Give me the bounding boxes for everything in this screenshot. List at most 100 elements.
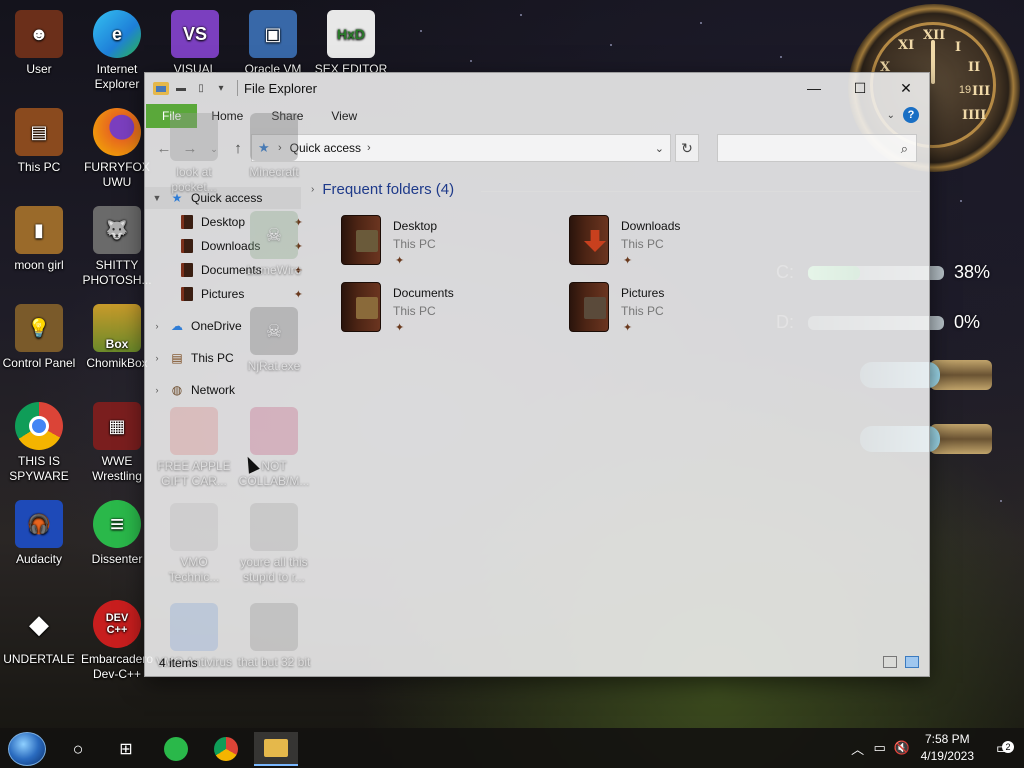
- desktop-icon-not-collab[interactable]: NOT COLLAB/M...: [235, 407, 313, 489]
- address-dropdown-icon[interactable]: ⌄: [655, 142, 664, 155]
- clock-time: 7:58 PM: [924, 732, 970, 746]
- details-view-icon[interactable]: [883, 656, 897, 668]
- maximize-button[interactable]: ☐: [837, 73, 883, 103]
- folder-icon: [569, 282, 609, 332]
- breadcrumb-chevron-icon[interactable]: ›: [367, 142, 371, 154]
- start-button[interactable]: [8, 732, 46, 766]
- folder-icon: [341, 282, 381, 332]
- folder-tile-pictures[interactable]: Pictures This PC ✦: [569, 282, 789, 338]
- folder-tile-downloads[interactable]: Downloads This PC ✦: [569, 215, 789, 271]
- desktop-icon-label: User: [26, 62, 52, 76]
- desktop-icon-chrome[interactable]: THIS IS SPYWARE: [0, 402, 78, 484]
- nav-item-network[interactable]: › ◍ Network: [145, 379, 301, 401]
- edge-icon: e: [93, 10, 141, 58]
- status-item-count: 4 items: [159, 656, 198, 670]
- notification-center-icon[interactable]: ▭2: [990, 739, 1016, 757]
- task-view-icon[interactable]: ⊞: [106, 732, 146, 766]
- refresh-button[interactable]: ↻: [675, 134, 699, 162]
- pin-icon: ✦: [395, 255, 405, 267]
- photo-icon: [250, 603, 298, 651]
- desktop-icon-njrat[interactable]: ☠ NjRat.exe: [235, 307, 313, 374]
- help-icon[interactable]: ?: [903, 107, 919, 123]
- file-icon: [250, 407, 298, 455]
- drive-c-percent: 38%: [954, 262, 991, 282]
- frequent-folders-header[interactable]: › Frequent folders (4): [311, 181, 454, 198]
- folder-tile-desktop[interactable]: Desktop This PC ✦: [341, 215, 561, 271]
- desktop-icon-hex-editor[interactable]: HxD SEX EDITOR: [312, 10, 390, 77]
- folder-location: This PC: [393, 304, 436, 318]
- user-icon: ☻: [15, 10, 63, 58]
- nav-label: Network: [191, 383, 236, 397]
- expand-arrow-icon[interactable]: ›: [151, 353, 163, 363]
- virtualbox-icon: ▣: [249, 10, 297, 58]
- folder-location: This PC: [393, 237, 436, 251]
- box-icon: ▮: [15, 206, 63, 254]
- cortana-icon[interactable]: ○: [58, 732, 98, 766]
- lightbulb-icon: 💡: [15, 304, 63, 352]
- folder-icon: [179, 287, 195, 301]
- desktop-icon-oracle-vm[interactable]: ▣ Oracle VM: [234, 10, 312, 77]
- unity-icon: ◆: [29, 608, 49, 639]
- taskbar-chrome-icon[interactable]: [206, 732, 246, 766]
- separator: [237, 80, 238, 96]
- collapse-arrow-icon[interactable]: ›: [311, 184, 314, 195]
- gimp-icon: 🐺: [93, 206, 141, 254]
- desktop-icon-label: VMO Technic...: [168, 555, 220, 584]
- pin-icon: ✦: [623, 322, 633, 334]
- file-explorer-window[interactable]: ▬ ▯ ▾ File Explorer — ☐ ✕ File Home Shar…: [144, 72, 930, 677]
- search-input[interactable]: ⌕: [717, 134, 917, 162]
- folder-name: Desktop: [393, 219, 438, 233]
- customize-toolbar-icon[interactable]: ▾: [213, 80, 229, 96]
- pin-icon: ✦: [623, 255, 633, 267]
- desktop-icon-control-panel[interactable]: 💡 Control Panel: [0, 304, 78, 371]
- desktop-icon-this-pc[interactable]: ▤ This PC: [0, 108, 78, 175]
- taskbar-clock[interactable]: 7:58 PM 4/19/2023: [921, 731, 974, 765]
- folder-tile-documents[interactable]: Documents This PC ✦: [341, 282, 561, 338]
- folder-name: Downloads: [621, 219, 681, 233]
- desktop-icon-that-but-32-bit[interactable]: that but 32 bit: [235, 603, 313, 670]
- large-icons-view-icon[interactable]: [905, 656, 919, 668]
- folder-location: This PC: [621, 237, 664, 251]
- taskbar-spotify-icon[interactable]: [156, 732, 196, 766]
- minimize-button[interactable]: —: [791, 73, 837, 103]
- skull-icon: ☠: [250, 307, 298, 355]
- computer-icon: ▤: [171, 351, 183, 365]
- expand-arrow-icon[interactable]: ›: [151, 385, 163, 395]
- chevron-up-icon[interactable]: ︿: [847, 739, 869, 758]
- new-folder-icon[interactable]: ▯: [193, 80, 209, 96]
- desktop-icon-look-at-pocket[interactable]: look at pocket...: [155, 113, 233, 195]
- tab-view[interactable]: View: [317, 104, 371, 128]
- system-tray: ︿ ▭ 🔇 7:58 PM 4/19/2023 ▭2: [847, 728, 1024, 768]
- taskbar-file-explorer-icon[interactable]: [254, 732, 298, 766]
- properties-icon[interactable]: ▬: [173, 80, 189, 96]
- folder-name: Documents: [393, 286, 454, 300]
- cloud-icon: ☁: [171, 319, 183, 333]
- desktop-icon-label: Audacity: [15, 552, 63, 566]
- network-icon[interactable]: ▭: [869, 740, 891, 756]
- skull-icon: ☠: [250, 211, 298, 259]
- desktop-icon-moon-girl[interactable]: ▮ moon girl: [0, 206, 78, 273]
- desktop-icon-user[interactable]: ☻ User: [0, 10, 78, 77]
- desktop-icon-label: Minecraft: [249, 165, 299, 179]
- expand-ribbon-icon[interactable]: ⌄: [887, 110, 895, 121]
- desktop-icon-minecraft[interactable]: Minecraft: [235, 113, 313, 180]
- folder-name: Pictures: [621, 286, 665, 300]
- expand-arrow-icon[interactable]: ›: [151, 321, 163, 331]
- desktop-icon-label: look at pocket...: [171, 165, 217, 194]
- taskbar: ○ ⊞ ︿ ▭ 🔇 7:58 PM 4/19/2023 ▭2: [0, 728, 1024, 768]
- close-button[interactable]: ✕: [883, 73, 929, 103]
- volume-muted-icon[interactable]: 🔇: [891, 740, 913, 756]
- desktop-icon-free-apple-gift-card[interactable]: FREE APPLE GIFT CAR...: [155, 407, 233, 489]
- file-icon: [170, 113, 218, 161]
- desktop-icon-label: Control Panel: [2, 356, 76, 370]
- address-bar[interactable]: ★ › Quick access › ⌄: [251, 134, 671, 162]
- folder-icon: [153, 81, 169, 95]
- nav-item-pictures[interactable]: Pictures ✦: [173, 283, 303, 305]
- desktop-icon-audacity[interactable]: 🎧 Audacity: [0, 500, 78, 567]
- title-bar[interactable]: ▬ ▯ ▾ File Explorer — ☐ ✕: [145, 73, 929, 103]
- desktop-icon-youre-all-this-stupid[interactable]: youre all this stupid to r...: [235, 503, 313, 585]
- desktop-icon-vmo-technic[interactable]: VMO Technic...: [155, 503, 233, 585]
- desktop-icon-lamewire[interactable]: ☠ LameWire: [235, 211, 313, 278]
- desktop-icon-visual[interactable]: VS VISUAL: [156, 10, 234, 77]
- desktop-icon-undertale[interactable]: ◆ UNDERTALE: [0, 600, 78, 667]
